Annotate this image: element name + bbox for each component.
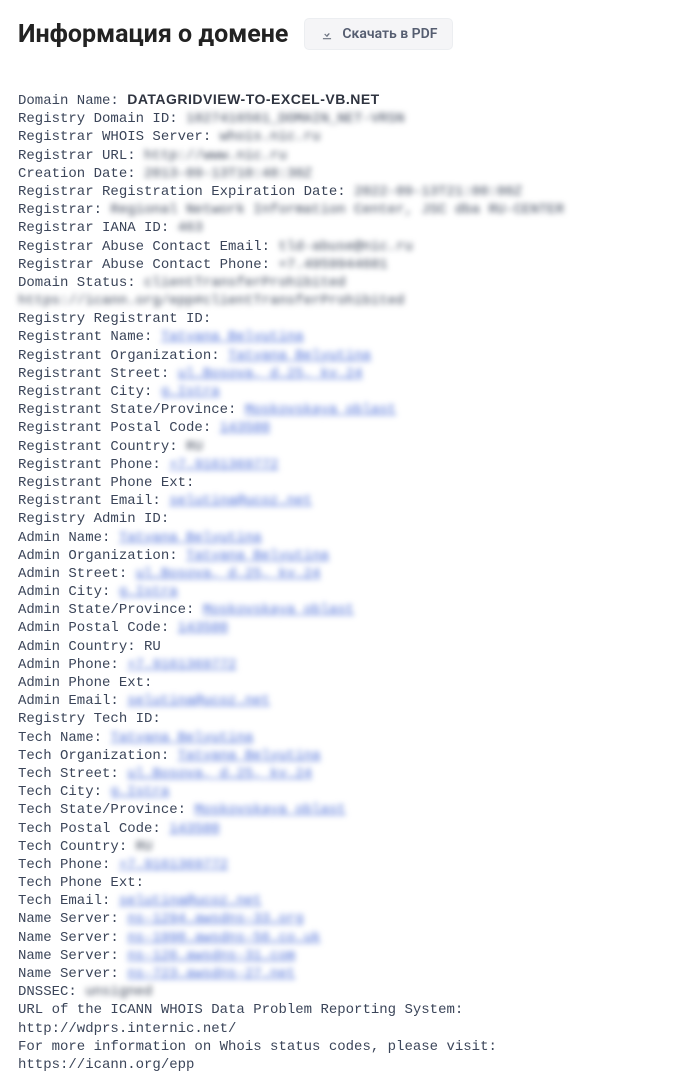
registrar-value: Regional Network Information Center, JSC… (110, 202, 564, 218)
admin-name-label: Admin Name: (18, 530, 110, 546)
domain-name-value: DATAGRIDVIEW-TO-EXCEL-VB.NET (127, 91, 380, 107)
registrar-abuse-phone-value: +7.4959944601 (278, 257, 387, 273)
creation-date-value: 2013-09-13T10:48:30Z (144, 166, 312, 182)
admin-city-label: Admin City: (18, 584, 110, 600)
expiration-date-label: Registrar Registration Expiration Date: (18, 184, 346, 200)
tech-city-value[interactable]: g.Istra (110, 784, 169, 800)
registrar-url-value: http://www.nic.ru (144, 148, 287, 164)
registrant-phone-value[interactable]: +7.9161369772 (169, 457, 278, 473)
ns2-value[interactable]: ns-1990.awsdns-56.co.uk (127, 930, 320, 946)
registrar-abuse-email-label: Registrar Abuse Contact Email: (18, 239, 270, 255)
ns-label: Name Server: (18, 966, 119, 982)
tech-phone-ext-label: Tech Phone Ext: (18, 875, 144, 891)
registrar-abuse-phone-label: Registrar Abuse Contact Phone: (18, 257, 270, 273)
registrant-city-value[interactable]: g.Istra (161, 384, 220, 400)
ns4-value[interactable]: ns-723.awsdns-27.net (127, 966, 295, 982)
admin-state-label: Admin State/Province: (18, 602, 194, 618)
tech-email-value[interactable]: selutina@ucoz.net (119, 893, 262, 909)
expiration-date-value: 2022-09-13T21:00:00Z (354, 184, 522, 200)
ns3-value[interactable]: ns-126.awsdns-31.com (127, 948, 295, 964)
icann-problem-line2: http://wdprs.internic.net/ (18, 1021, 236, 1037)
admin-state-value[interactable]: Moskovskaya oblast (203, 602, 354, 618)
tech-street-label: Tech Street: (18, 766, 119, 782)
registrant-state-label: Registrant State/Province: (18, 402, 236, 418)
more-info-line2: https://icann.org/epp (18, 1057, 194, 1073)
tech-country-label: Tech Country: (18, 839, 127, 855)
registry-domain-id-value: 1827416561_DOMAIN_NET-VRSN (186, 111, 404, 127)
tech-city-label: Tech City: (18, 784, 102, 800)
page-title: Информация о домене (18, 20, 288, 49)
admin-street-label: Admin Street: (18, 566, 127, 582)
admin-name-value[interactable]: Tatyana Belyutina (119, 530, 262, 546)
icann-problem-line1: URL of the ICANN WHOIS Data Problem Repo… (18, 1002, 463, 1018)
admin-org-value[interactable]: Tatyana Belyutina (186, 548, 329, 564)
registrant-postal-value[interactable]: 143500 (220, 420, 270, 436)
domain-status-label: Domain Status: (18, 275, 136, 291)
registrant-street-label: Registrant Street: (18, 366, 169, 382)
registrant-email-label: Registrant Email: (18, 493, 161, 509)
ns-label: Name Server: (18, 911, 119, 927)
registrant-state-value[interactable]: Moskovskaya oblast (245, 402, 396, 418)
registrar-iana-id-value: 463 (178, 220, 203, 236)
tech-state-value[interactable]: Moskovskaya oblast (194, 802, 345, 818)
registrant-city-label: Registrant City: (18, 384, 152, 400)
tech-org-value[interactable]: Tatyana Belyutina (178, 748, 321, 764)
registrar-whois-server-label: Registrar WHOIS Server: (18, 129, 211, 145)
admin-postal-value[interactable]: 143500 (178, 620, 228, 636)
registry-domain-id-label: Registry Domain ID: (18, 111, 178, 127)
registrant-phone-label: Registrant Phone: (18, 457, 161, 473)
admin-postal-label: Admin Postal Code: (18, 620, 169, 636)
admin-phone-value[interactable]: +7.9161369772 (127, 657, 236, 673)
registrant-country-value: RU (186, 439, 203, 455)
admin-country-label: Admin Country: RU (18, 639, 161, 655)
registry-admin-id-label: Registry Admin ID: (18, 511, 169, 527)
tech-postal-value[interactable]: 143500 (169, 821, 219, 837)
registrar-iana-id-label: Registrar IANA ID: (18, 220, 169, 236)
registrant-email-value[interactable]: selutina@ucoz.net (169, 493, 312, 509)
domain-name-label: Domain Name: (18, 93, 119, 109)
tech-phone-value[interactable]: +7.9161369772 (119, 857, 228, 873)
dnssec-value: unsigned (85, 984, 152, 1000)
admin-org-label: Admin Organization: (18, 548, 178, 564)
registrant-postal-label: Registrant Postal Code: (18, 420, 211, 436)
tech-phone-label: Tech Phone: (18, 857, 110, 873)
registrant-phone-ext-label: Registrant Phone Ext: (18, 475, 194, 491)
tech-name-value[interactable]: Tatyana Belyutina (110, 730, 253, 746)
admin-phone-ext-label: Admin Phone Ext: (18, 675, 152, 691)
admin-email-label: Admin Email: (18, 693, 119, 709)
registrant-name-label: Registrant Name: (18, 329, 152, 345)
registrar-whois-server-value: whois.nic.ru (220, 129, 321, 145)
registrant-street-value[interactable]: ul.Bosova, d.25, kv.24 (178, 366, 363, 382)
admin-email-value[interactable]: selutina@ucoz.net (127, 693, 270, 709)
admin-street-value[interactable]: ul.Bosova, d.25, kv.24 (136, 566, 321, 582)
creation-date-label: Creation Date: (18, 166, 136, 182)
tech-email-label: Tech Email: (18, 893, 110, 909)
registrant-name-value[interactable]: Tatyana Belyutina (161, 329, 304, 345)
admin-city-value[interactable]: g.Istra (119, 584, 178, 600)
tech-state-label: Tech State/Province: (18, 802, 186, 818)
registrant-country-label: Registrant Country: (18, 439, 178, 455)
tech-country-value: RU (136, 839, 153, 855)
tech-street-value[interactable]: ul.Bosova, d.25, kv.24 (127, 766, 312, 782)
whois-block: Domain Name: DATAGRIDVIEW-TO-EXCEL-VB.NE… (18, 90, 679, 1074)
download-pdf-label: Скачать в PDF (342, 26, 437, 42)
download-icon (320, 27, 334, 41)
registrar-label: Registrar: (18, 202, 102, 218)
registrar-url-label: Registrar URL: (18, 148, 136, 164)
registrar-abuse-email-value: tld-abuse@nic.ru (278, 239, 412, 255)
ns-label: Name Server: (18, 948, 119, 964)
tech-org-label: Tech Organization: (18, 748, 169, 764)
tech-postal-label: Tech Postal Code: (18, 821, 161, 837)
more-info-line1: For more information on Whois status cod… (18, 1039, 497, 1055)
registry-tech-id-label: Registry Tech ID: (18, 711, 161, 727)
ns1-value[interactable]: ns-1294.awsdns-33.org (127, 911, 303, 927)
ns-label: Name Server: (18, 930, 119, 946)
download-pdf-button[interactable]: Скачать в PDF (304, 18, 453, 50)
admin-phone-label: Admin Phone: (18, 657, 119, 673)
registrant-org-value[interactable]: Tatyana Belyutina (228, 348, 371, 364)
tech-name-label: Tech Name: (18, 730, 102, 746)
dnssec-label: DNSSEC: (18, 984, 77, 1000)
registrant-org-label: Registrant Organization: (18, 348, 220, 364)
registry-registrant-id-label: Registry Registrant ID: (18, 311, 211, 327)
